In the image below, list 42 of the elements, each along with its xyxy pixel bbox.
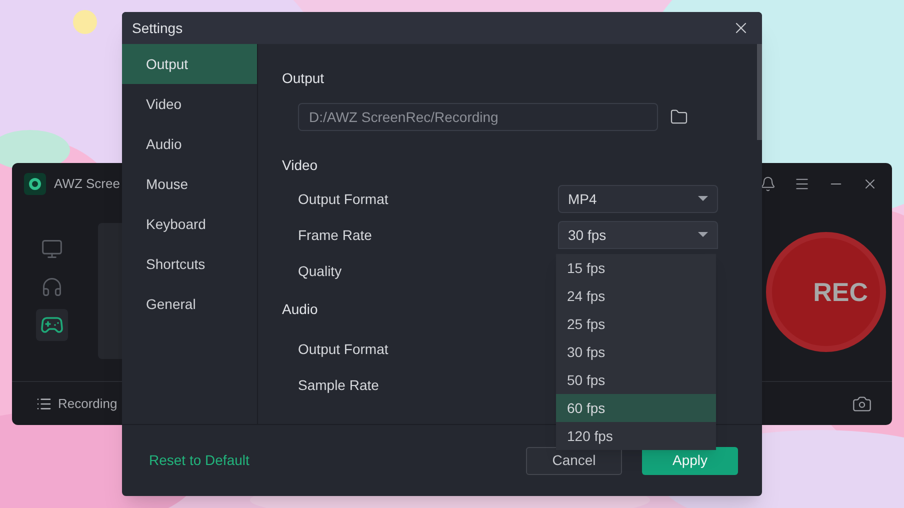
sidebar-item[interactable]: General [122, 284, 257, 324]
sidebar-item[interactable]: Keyboard [122, 204, 257, 244]
setting-label: Sample Rate [298, 376, 379, 395]
section-heading: Video [282, 156, 318, 175]
reset-link[interactable]: Reset to Default [149, 450, 250, 471]
setting-label: Quality [298, 262, 342, 281]
nav-tab[interactable] [36, 309, 68, 341]
monitor-icon [41, 238, 63, 260]
select-value: MP4 [568, 190, 597, 208]
sidebar-item[interactable]: Mouse [122, 164, 257, 204]
bell-icon[interactable] [760, 176, 776, 192]
folder-icon[interactable] [670, 108, 688, 126]
window-title: Settings [132, 18, 183, 38]
app-logo-icon [24, 173, 46, 195]
dropdown-option[interactable]: 25 fps [556, 310, 716, 338]
app-title: AWZ Scree [54, 175, 120, 194]
dropdown-option[interactable]: 50 fps [556, 366, 716, 394]
setting-label: Output Format [298, 340, 388, 359]
setting-label: Output Format [298, 190, 388, 209]
section-heading: Output [282, 69, 324, 88]
scrollbar-thumb[interactable] [757, 44, 762, 140]
sidebar-item[interactable]: Output [122, 44, 257, 84]
dropdown-select[interactable]: MP4 [558, 185, 718, 213]
menu-icon[interactable] [794, 176, 810, 192]
path-field[interactable]: D:/AWZ ScreenRec/Recording [298, 103, 658, 131]
sidebar-item[interactable]: Audio [122, 124, 257, 164]
recording-tab[interactable]: Recording [58, 394, 118, 414]
caret-icon [698, 196, 708, 202]
dropdown-option[interactable]: 60 fps [556, 394, 716, 422]
headphones-icon [41, 276, 63, 298]
cancel-button[interactable]: Cancel [526, 446, 622, 474]
sidebar-item[interactable]: Shortcuts [122, 244, 257, 284]
list-icon [36, 396, 52, 412]
select-value: 30 fps [568, 226, 606, 245]
sidebar-item[interactable]: Video [122, 84, 257, 124]
dropdown-option[interactable]: 24 fps [556, 282, 716, 310]
dropdown-select[interactable]: 30 fps [558, 221, 718, 249]
caret-icon [698, 232, 708, 238]
setting-label: Frame Rate [298, 226, 372, 244]
section-heading: Audio [282, 300, 318, 319]
dropdown-option[interactable]: 15 fps [556, 254, 716, 282]
dropdown-option[interactable]: 30 fps [556, 338, 716, 366]
